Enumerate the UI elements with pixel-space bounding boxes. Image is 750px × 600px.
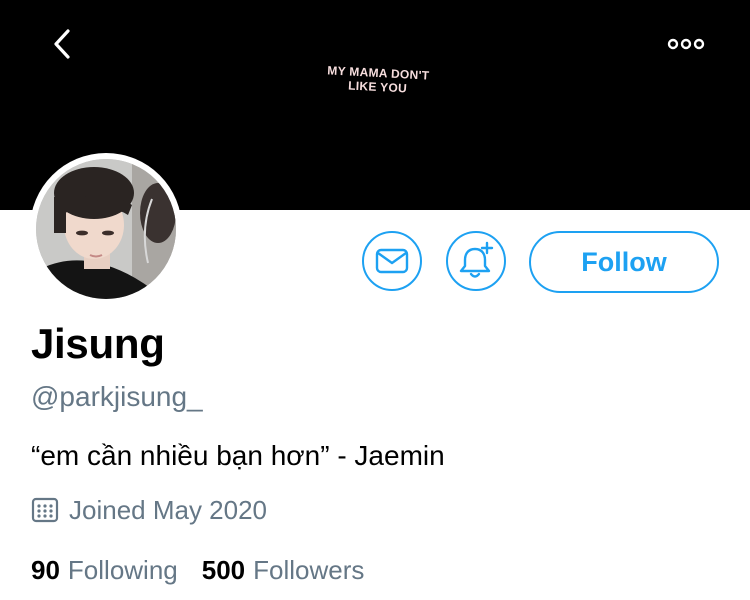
calendar-icon: [31, 497, 59, 523]
banner-text: MY MAMA DON'T LIKE YOU: [317, 63, 438, 97]
chevron-left-icon: [54, 29, 70, 59]
display-name: Jisung: [31, 320, 165, 367]
avatar[interactable]: [30, 153, 182, 305]
followers-label: Followers: [253, 555, 365, 585]
profile-bio: “em cần nhiều bạn hơn” - Jaemin: [31, 440, 445, 471]
followers-link[interactable]: 500 Followers: [202, 554, 365, 586]
following-count: 90: [31, 555, 60, 585]
back-button[interactable]: [46, 26, 82, 62]
profile-stats: 90 Following 500 Followers: [31, 554, 388, 586]
followers-count: 500: [201, 555, 246, 585]
following-link[interactable]: 90 Following: [31, 554, 178, 586]
avatar-image: [36, 159, 176, 299]
bell-plus-icon: [459, 241, 494, 278]
profile-page: MY MAMA DON'T LIKE YOU Follow Jisung @pa…: [0, 0, 750, 600]
joined-date-text: Joined May 2020: [69, 494, 268, 525]
notifications-button[interactable]: [446, 231, 506, 291]
following-label: Following: [67, 555, 178, 585]
more-horizontal-icon: [667, 38, 705, 50]
profile-handle: @parkjisung_: [31, 381, 203, 412]
follow-button[interactable]: Follow: [529, 231, 719, 293]
envelope-icon: [375, 248, 409, 274]
joined-date: Joined May 2020: [31, 494, 267, 526]
more-options-button[interactable]: [664, 32, 708, 56]
message-button[interactable]: [362, 231, 422, 291]
